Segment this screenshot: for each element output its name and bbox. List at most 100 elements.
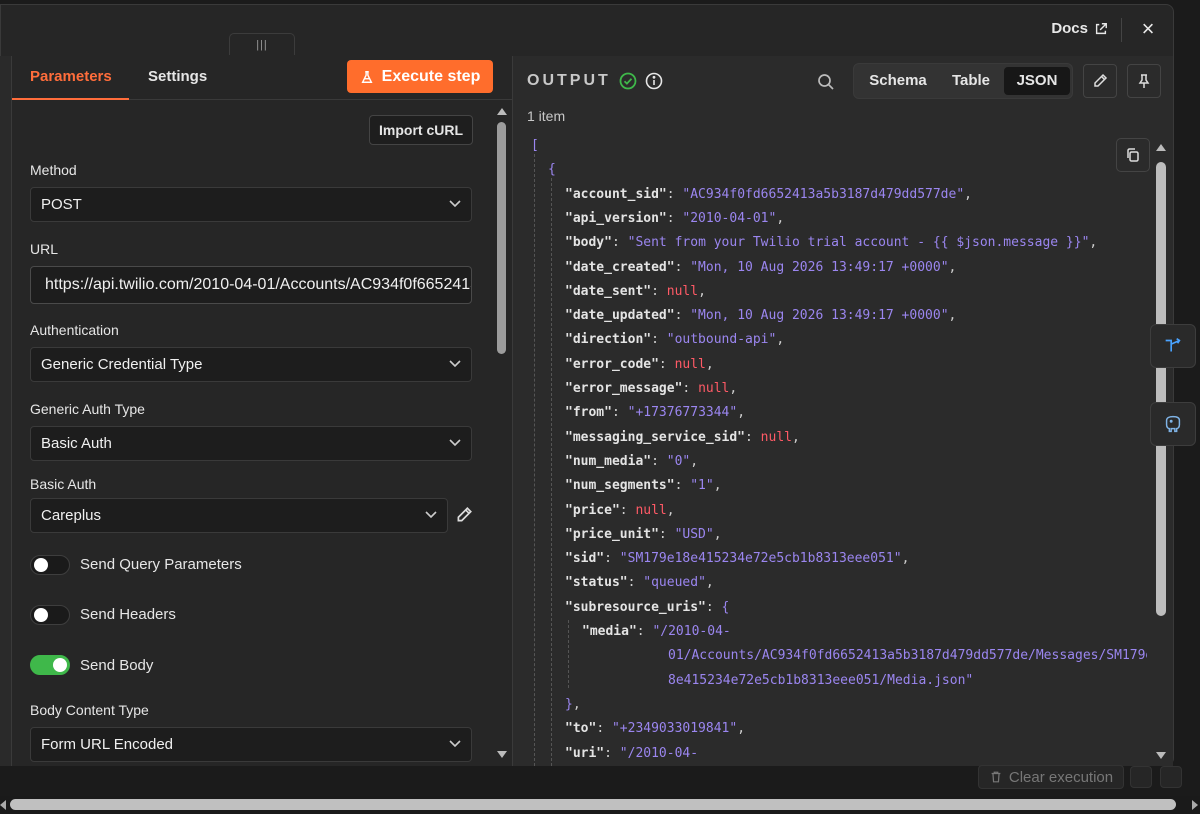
docs-link[interactable]: Docs	[1051, 20, 1108, 37]
json-line: "sid": "SM179e18e415234e72e5cb1b8313eee0…	[565, 547, 909, 571]
json-line: "num_segments": "1",	[565, 474, 722, 498]
json-token: "sid"	[565, 551, 605, 567]
json-line: "date_created": "Mon, 10 Aug 2026 13:49:…	[565, 256, 956, 280]
json-token: ,	[1089, 235, 1098, 251]
json-token: :	[674, 308, 691, 324]
tab-settings[interactable]: Settings	[148, 68, 207, 85]
json-token: ,	[964, 186, 972, 202]
json-token: "to"	[565, 721, 597, 737]
panel-tabs: Parameters Settings Execute step	[12, 56, 512, 100]
send-headers-toggle[interactable]	[30, 605, 70, 625]
execute-step-label: Execute step	[381, 67, 481, 85]
edit-credential-pencil-icon[interactable]	[455, 506, 473, 524]
send-query-parameters-toggle[interactable]	[30, 555, 70, 575]
json-token: null	[635, 502, 667, 518]
json-line: 8e415234e72e5cb1b8313eee051/Media.json"	[668, 669, 973, 693]
execute-step-button[interactable]: Execute step	[347, 60, 493, 93]
side-database-button[interactable]	[1150, 402, 1196, 446]
json-token: "error_message"	[565, 381, 683, 396]
info-icon[interactable]	[645, 72, 663, 90]
send-body-label: Send Body	[80, 657, 154, 674]
close-icon[interactable]: ×	[1138, 18, 1158, 40]
bottom-image-icon[interactable]	[1130, 766, 1152, 788]
json-token: "from"	[565, 405, 612, 421]
json-token: ,	[737, 405, 746, 421]
json-token: :	[604, 551, 620, 567]
basic-auth-label: Basic Auth	[30, 476, 97, 492]
json-token: :	[611, 405, 628, 421]
send-headers-label: Send Headers	[80, 606, 176, 623]
toggle-knob	[34, 558, 48, 572]
method-label: Method	[30, 162, 77, 178]
json-line: 01/Accounts/AC934f0fd6652413a5b3187d479d…	[668, 644, 1147, 668]
output-scroll-up-arrow[interactable]	[1156, 144, 1166, 151]
json-token: {	[548, 162, 556, 178]
json-token: ,	[690, 453, 699, 469]
authentication-label: Authentication	[30, 322, 119, 338]
parameters-scroll-thumb[interactable]	[497, 122, 506, 354]
json-token: 8e415234e72e5cb1b8313eee051/Media.json"	[668, 672, 974, 688]
json-indent-guide	[568, 620, 569, 688]
bottom-expand-icon[interactable]	[1160, 766, 1182, 788]
json-token: ,	[705, 356, 714, 372]
toggle-knob	[34, 608, 48, 622]
json-token: :	[682, 381, 699, 396]
json-token: "2010-04-01"	[682, 210, 777, 226]
json-token: ,	[729, 381, 738, 396]
view-option-table[interactable]: Table	[938, 67, 1004, 95]
hscroll-right-arrow[interactable]	[1192, 800, 1198, 810]
json-token: ,	[791, 429, 800, 445]
json-token: null	[698, 381, 730, 396]
json-token: :	[674, 259, 691, 275]
method-select[interactable]: POST	[30, 187, 472, 222]
json-line: {	[548, 158, 556, 182]
url-input[interactable]: https://api.twilio.com/2010-04-01/Accoun…	[30, 266, 472, 304]
method-value: POST	[41, 196, 82, 213]
json-token: null	[760, 429, 792, 445]
generic-auth-type-select[interactable]: Basic Auth	[30, 426, 472, 461]
search-icon[interactable]	[817, 73, 835, 91]
json-line: "uri": "/2010-04-	[565, 742, 698, 766]
output-panel: OUTPUT Schema Table JSON 1 item [{"accou…	[513, 56, 1173, 766]
basic-auth-select[interactable]: Careplus	[30, 498, 448, 533]
pin-icon	[1138, 74, 1150, 88]
view-option-json[interactable]: JSON	[1004, 67, 1070, 95]
output-scroll-thumb[interactable]	[1156, 162, 1166, 616]
side-node-button[interactable]	[1150, 324, 1196, 368]
json-line: "media": "/2010-04-	[582, 620, 731, 644]
json-line: "num_media": "0",	[565, 450, 698, 474]
json-line: "error_message": null,	[565, 377, 737, 401]
scroll-down-arrow[interactable]	[497, 751, 507, 758]
tab-parameters[interactable]: Parameters	[30, 68, 112, 85]
horizontal-scroll-thumb[interactable]	[10, 799, 1176, 810]
scroll-up-arrow[interactable]	[497, 108, 507, 115]
json-line: "from": "+17376773344",	[565, 401, 745, 425]
arrow-branch-icon	[1165, 337, 1181, 352]
json-token: "Mon, 10 Aug 2026 13:49:17 +0000"	[690, 259, 949, 275]
json-token: "api_version"	[565, 210, 667, 226]
json-line: "error_code": null,	[565, 353, 714, 377]
output-view-switch: Schema Table JSON	[853, 63, 1073, 99]
json-token: :	[619, 502, 636, 518]
json-line: "messaging_service_sid": null,	[565, 426, 800, 450]
json-token: "+17376773344"	[627, 405, 738, 421]
json-token: :	[651, 453, 667, 469]
output-title-text: OUTPUT	[527, 72, 611, 89]
view-option-schema[interactable]: Schema	[858, 67, 938, 95]
body-content-type-select[interactable]: Form URL Encoded	[30, 727, 472, 762]
copy-json-button[interactable]	[1116, 138, 1150, 172]
import-curl-button[interactable]: Import cURL	[369, 115, 473, 145]
pin-data-button[interactable]	[1127, 64, 1161, 98]
json-token: ,	[776, 210, 785, 226]
send-body-toggle[interactable]	[30, 655, 70, 675]
json-viewer[interactable]: [{"account_sid": "AC934f0fd6652413a5b318…	[527, 134, 1147, 766]
hscroll-left-arrow[interactable]	[0, 800, 6, 810]
json-token: "SM179e18e415234e72e5cb1b8313eee051"	[619, 551, 902, 567]
panel-drag-handle[interactable]: |||	[229, 33, 295, 55]
authentication-select[interactable]: Generic Credential Type	[30, 347, 472, 382]
output-scroll-down-arrow[interactable]	[1156, 752, 1166, 759]
json-token: :	[674, 478, 691, 494]
json-line: "price": null,	[565, 499, 675, 523]
edit-output-button[interactable]	[1083, 64, 1117, 98]
trash-icon	[991, 771, 1001, 783]
